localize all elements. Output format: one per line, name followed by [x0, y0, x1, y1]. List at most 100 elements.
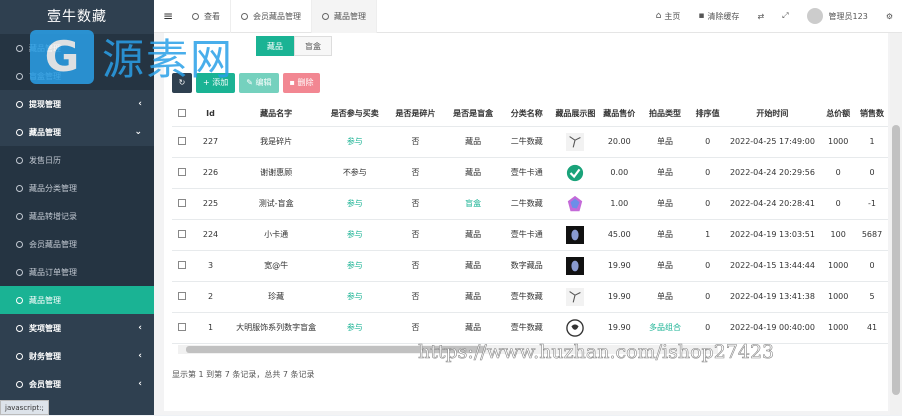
circle-icon [16, 44, 23, 52]
sidebar-item[interactable]: 藏品分类管理 [0, 174, 154, 202]
table-cell: 测试-盲盒 [229, 188, 323, 220]
delete-button[interactable]: ▪ 删除 [282, 73, 321, 93]
table-cell: 单品 [639, 219, 691, 251]
table-cell: 5687 [856, 219, 888, 251]
trash-icon: ▪ [289, 78, 295, 87]
delete-label: 删除 [297, 78, 314, 87]
sidebar-item[interactable]: 藏品管理 ⌄ [0, 118, 154, 146]
table-cell: 壹牛卡通 [501, 157, 552, 189]
table-cell: 2022-04-19 13:41:38 [724, 281, 821, 313]
row-checkbox[interactable] [177, 198, 186, 207]
table-cell: 藏品 [444, 281, 502, 313]
fullscreen-icon[interactable]: ⤢ [773, 11, 797, 21]
column-header[interactable]: 是否是碎片 [386, 102, 445, 127]
sidebar-item-label: 藏品转增记录 [29, 211, 77, 221]
tab-member-collection[interactable]: 会员藏品管理 [231, 0, 312, 33]
thumbnail-image [551, 126, 600, 158]
pagination-info: 显示第 1 到第 7 条记录，总共 7 条记录 [172, 370, 315, 379]
table-cell: 19.90 [599, 312, 640, 344]
row-checkbox[interactable] [177, 260, 186, 269]
select-all-checkbox[interactable] [177, 108, 186, 117]
tab-label: 查看 [204, 11, 220, 21]
column-header[interactable]: 是否是盲盒 [444, 102, 502, 127]
table-cell: 2022-04-15 13:44:44 [724, 250, 821, 282]
sidebar-item[interactable]: 会员藏品管理 [0, 230, 154, 258]
clear-cache-link[interactable]: ▪ 清除缓存 [689, 11, 748, 22]
column-header[interactable]: Id [191, 102, 230, 127]
settings-icon[interactable]: ⚙ [877, 12, 902, 21]
user-name: 管理员123 [828, 11, 868, 21]
circle-icon [16, 240, 23, 248]
table-cell: 参与 [322, 126, 387, 158]
edit-button[interactable]: ✎ 编辑 [239, 73, 279, 93]
table-cell: 2 [191, 281, 230, 313]
filter-tab-blindbox[interactable]: 盲盒 [294, 36, 332, 56]
table-cell: 数字藏品 [501, 250, 552, 282]
table-cell: 否 [386, 281, 445, 313]
row-checkbox[interactable] [177, 167, 186, 176]
watermark: G 源素网 [30, 26, 234, 87]
column-header[interactable]: 开始时间 [724, 102, 821, 127]
sidebar-item[interactable]: 奖项管理 ‹ [0, 314, 154, 342]
table-cell: 藏品 [444, 250, 502, 282]
table-cell: 100 [820, 219, 857, 251]
table-cell: 0 [690, 312, 725, 344]
table-row[interactable]: 224 小卡通 参与否藏品 壹牛卡通 45.00 单品 1 2022-04-19 13:03:… [172, 219, 888, 251]
home-label: 主页 [664, 11, 681, 21]
column-header[interactable]: 总价额 [820, 102, 857, 127]
column-header[interactable]: 藏品展示图 [551, 102, 600, 127]
sidebar-item[interactable]: 会员管理 ‹ [0, 370, 154, 398]
table-cell: 1.00 [599, 188, 640, 220]
topbar-right: ⌂ 主页 ▪ 清除缓存 ⇄ ⤢ 管理员123 ⚙ [647, 0, 902, 33]
table-cell: 1000 [820, 126, 857, 158]
column-header[interactable]: 销售数 [856, 102, 888, 127]
table-row[interactable]: 2 珍藏 参与否藏品 壹牛数藏 19.90 单品 0 2022-04-19 13:41:38 1… [172, 281, 888, 313]
table-cell: 壹牛数藏 [501, 281, 552, 313]
tab-collection[interactable]: 藏品管理 [312, 0, 377, 33]
sidebar-menu: 藏品管理盲盒管理提现管理‹藏品管理⌄发售日历藏品分类管理藏品转增记录会员藏品管理… [0, 34, 154, 398]
sidebar-item[interactable]: 发售日历 [0, 146, 154, 174]
sidebar-item-label: 会员藏品管理 [29, 239, 77, 249]
filter-tab-collection[interactable]: 藏品 [256, 36, 294, 56]
circle-icon [16, 380, 23, 388]
sidebar-item[interactable]: 藏品管理 [0, 286, 154, 314]
select-all-cell [172, 102, 192, 127]
row-checkbox[interactable] [177, 136, 186, 145]
user-menu[interactable]: 管理员123 [798, 8, 877, 24]
table-row[interactable]: 227 我是碎片 参与否藏品 二牛数藏 20.00 单品 0 2022-04-25 17:49… [172, 126, 888, 158]
table-cell: 否 [386, 188, 445, 220]
column-header[interactable]: 排序值 [690, 102, 725, 127]
sidebar-item[interactable]: 藏品转增记录 [0, 202, 154, 230]
menu-toggle-icon[interactable]: ≡ [154, 9, 182, 23]
table-row[interactable]: 226 谢谢惠顾 不参与否藏品 壹牛卡通 0.00 单品 0 2022-04-24 20:29… [172, 157, 888, 189]
table-row[interactable]: 1 大明服饰系列数字盲盒 参与否藏品 壹牛数藏 19.90 多品组合 0 2022-04-19… [172, 312, 888, 344]
table-row[interactable]: 225 测试-盲盒 参与否盲盒 二牛数藏 1.00 单品 0 2022-04-24 20:28… [172, 188, 888, 220]
circle-icon [16, 352, 23, 360]
sidebar-item[interactable]: 财务管理 ‹ [0, 342, 154, 370]
table-cell: 0 [690, 126, 725, 158]
table-cell: 单品 [639, 281, 691, 313]
column-header[interactable]: 分类名称 [501, 102, 552, 127]
table-cell: 0 [690, 281, 725, 313]
column-header[interactable]: 藏品售价 [599, 102, 640, 127]
home-link[interactable]: ⌂ 主页 [647, 11, 690, 22]
vertical-scrollbar[interactable] [890, 33, 902, 415]
thumbnail-image [551, 281, 600, 313]
table-cell: 224 [191, 219, 230, 251]
table-cell: 二牛数藏 [501, 188, 552, 220]
sidebar-item[interactable]: 提现管理 ‹ [0, 90, 154, 118]
column-header[interactable]: 藏品名字 [229, 102, 323, 127]
chevron-icon: ‹ [138, 351, 142, 361]
row-checkbox[interactable] [177, 291, 186, 300]
scrollbar-thumb[interactable] [892, 125, 900, 395]
translate-icon[interactable]: ⇄ [748, 12, 773, 21]
column-header[interactable]: 拍品类型 [639, 102, 691, 127]
column-header[interactable]: 是否参与买卖 [322, 102, 387, 127]
sidebar-item[interactable]: 藏品订单管理 [0, 258, 154, 286]
chevron-icon: ‹ [138, 379, 142, 389]
table-row[interactable]: 3 宽@牛 参与否藏品 数字藏品 19.90 单品 0 2022-04-15 13:44:44… [172, 250, 888, 282]
row-select-cell [172, 188, 192, 220]
row-checkbox[interactable] [177, 322, 186, 331]
row-checkbox[interactable] [177, 229, 186, 238]
filter-tabs: 藏品 盲盒 [256, 36, 332, 56]
